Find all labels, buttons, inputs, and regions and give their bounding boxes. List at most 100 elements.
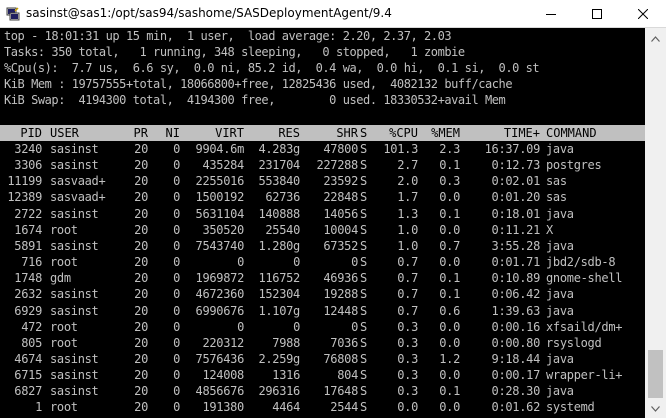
table-row: 3306 sasinst 20 0 435284 231704 227288 S 2.7 0.1 0… <box>0 157 645 173</box>
table-row: 1674 root 20 0 350520 25540 10004 S 1.0 0.0 0:11.2… <box>0 222 645 238</box>
scroll-up-arrow[interactable] <box>645 30 666 47</box>
cell-ni: 0 <box>173 384 180 398</box>
cell-res: 140888 <box>258 207 300 221</box>
table-row: 11199 sasvaad+ 20 0 2255016 553840 23592 S 2.0 0.… <box>0 173 645 189</box>
cell-res: 116752 <box>258 271 300 285</box>
cell-pid: 6929 <box>14 304 42 318</box>
column-header-mem: %MEM <box>431 126 460 140</box>
cell-state: S <box>360 320 367 334</box>
scroll-thumb[interactable] <box>648 350 663 398</box>
cell-res: 152304 <box>258 287 300 301</box>
cell-pr: 20 <box>134 142 148 156</box>
cell-ni: 0 <box>173 271 180 285</box>
cell-res: 62736 <box>265 190 300 204</box>
table-row: 2632 sasinst 20 0 4672360 152304 19288 S 0.7 0.1 0… <box>0 286 645 302</box>
cell-res: 553840 <box>258 174 300 188</box>
cell-mem: 1.2 <box>439 352 460 366</box>
cell-state: S <box>360 400 367 414</box>
cell-state: S <box>360 142 367 156</box>
cell-virt: 350520 <box>202 223 244 237</box>
cell-res: 296316 <box>258 384 300 398</box>
cell-cpu: 0.7 <box>397 304 418 318</box>
cell-pid: 1 <box>35 400 42 414</box>
cell-user: root <box>50 320 78 334</box>
cell-shr: 19288 <box>323 287 358 301</box>
cell-state: S <box>360 271 367 285</box>
cell-pr: 20 <box>134 239 148 253</box>
cell-ni: 0 <box>173 207 180 221</box>
cell-shr: 227288 <box>316 158 358 172</box>
cell-time: 0:10.89 <box>491 271 541 285</box>
cell-user: root <box>50 255 78 269</box>
cell-pr: 20 <box>134 271 148 285</box>
cell-pr: 20 <box>134 207 148 221</box>
cell-mem: 0.0 <box>439 223 460 237</box>
minimize-button[interactable] <box>528 0 574 27</box>
vertical-scrollbar[interactable] <box>645 28 666 418</box>
cell-command: xfsaild/dm+ <box>546 320 623 334</box>
cell-shr: 46936 <box>323 271 358 285</box>
cell-user: sasvaad+ <box>50 190 106 204</box>
cell-res: 1316 <box>272 368 300 382</box>
cell-mem: 0.1 <box>439 384 460 398</box>
cell-pid: 11199 <box>7 174 42 188</box>
cell-res: 4464 <box>272 400 300 414</box>
cell-mem: 0.1 <box>439 207 460 221</box>
cell-virt: 6990676 <box>195 304 245 318</box>
table-row: 472 root 20 0 0 0 0 S 0.3 0.0 0:00.16 xfsaild/dm+ <box>0 319 645 335</box>
cell-state: S <box>360 223 367 237</box>
cell-mem: 0.3 <box>439 174 460 188</box>
cell-virt: 1500192 <box>195 190 245 204</box>
cell-cpu: 0.7 <box>397 255 418 269</box>
terminal-screen[interactable]: top - 18:01:31 up 15 min, 1 user, load a… <box>0 28 645 418</box>
cell-virt: 7576436 <box>195 352 245 366</box>
cell-virt: 1969872 <box>195 271 245 285</box>
cell-user: sasinst <box>50 142 99 156</box>
table-row: 716 root 20 0 0 0 0 S 0.7 0.0 0:01.71 jbd2/sdb-8 <box>0 254 645 270</box>
scroll-down-arrow[interactable] <box>645 400 666 417</box>
cell-shr: 67352 <box>323 239 358 253</box>
cell-command: sas <box>546 174 567 188</box>
cell-shr: 12448 <box>323 304 358 318</box>
cell-cpu: 1.3 <box>397 207 418 221</box>
close-button[interactable] <box>620 0 666 27</box>
cell-state: S <box>360 239 367 253</box>
window-titlebar[interactable]: sasinst@sas1:/opt/sas94/sashome/SASDeplo… <box>0 0 666 28</box>
cell-shr: 0 <box>351 320 358 334</box>
cell-user: sasinst <box>50 239 99 253</box>
cell-user: sasinst <box>50 384 99 398</box>
cell-cpu: 0.3 <box>397 352 418 366</box>
cell-res: 0 <box>293 255 300 269</box>
cell-state: S <box>360 255 367 269</box>
cell-ni: 0 <box>173 287 180 301</box>
table-row: 6715 sasinst 20 0 124008 1316 804 S 0.3 0.0 0:00.1… <box>0 367 645 383</box>
cell-pid: 12389 <box>7 190 42 204</box>
cell-time: 0:11.21 <box>491 223 541 237</box>
putty-app-icon[interactable] <box>6 6 20 21</box>
cell-state: S <box>360 207 367 221</box>
cell-pid: 1674 <box>14 223 42 237</box>
cell-ni: 0 <box>173 320 180 334</box>
cell-user: root <box>50 336 78 350</box>
cell-shr: 0 <box>351 255 358 269</box>
cell-time: 16:37.09 <box>484 142 541 156</box>
cell-ni: 0 <box>173 223 180 237</box>
column-header-time: TIME+ <box>503 126 540 140</box>
maximize-button[interactable] <box>574 0 620 27</box>
window-title: sasinst@sas1:/opt/sas94/sashome/SASDeplo… <box>26 6 392 20</box>
column-header-ni: NI <box>165 126 180 140</box>
cell-command: wrapper-li+ <box>546 368 623 382</box>
table-row: 12389 sasvaad+ 20 0 1500192 62736 22848 S 1.7 0.0… <box>0 189 645 205</box>
cell-pr: 20 <box>134 336 148 350</box>
swap-line: KiB Swap: 4194300 total, 4194300 free, 0… <box>4 93 506 107</box>
cell-user: sasvaad+ <box>50 174 106 188</box>
table-row: 6827 sasinst 20 0 4856676 296316 17648 S 0.3 0.1 0… <box>0 383 645 399</box>
cell-cpu: 1.0 <box>397 223 418 237</box>
table-row: 1 root 20 0 191380 4464 2544 S 0.0 0.0 0:01.62 syst… <box>0 399 645 415</box>
cell-pid: 716 <box>21 255 42 269</box>
cell-mem: 2.3 <box>439 142 460 156</box>
cell-user: root <box>50 400 78 414</box>
cell-mem: 0.1 <box>439 158 460 172</box>
cell-pid: 472 <box>21 320 42 334</box>
cell-user: sasinst <box>50 368 99 382</box>
